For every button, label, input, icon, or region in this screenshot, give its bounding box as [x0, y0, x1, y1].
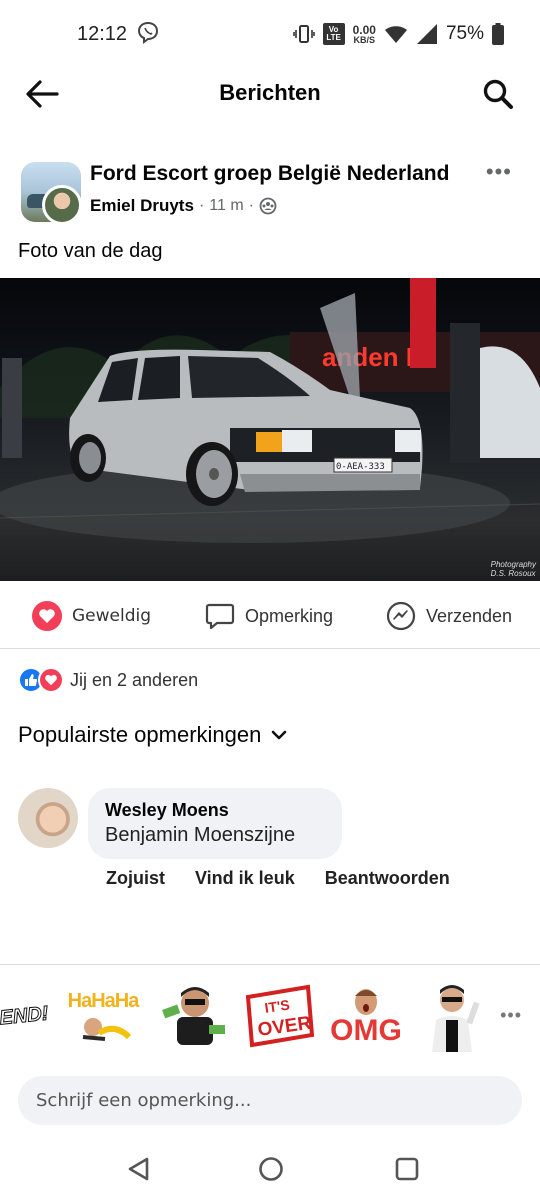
battery-percent: 75% — [445, 23, 484, 44]
divider — [0, 648, 540, 649]
triangle-back-icon — [128, 1157, 149, 1181]
post-time[interactable]: 11 m — [209, 197, 243, 215]
comment-actions: Zojuist Vind ik leuk Beantwoorden — [106, 868, 480, 889]
post-text: Foto van de dag — [18, 240, 163, 262]
sticker-haha-text: HaHaHa — [67, 989, 140, 1012]
money-person-icon — [162, 987, 225, 1045]
comment-composer[interactable] — [18, 1076, 522, 1125]
comment-label: Opmerking — [245, 605, 334, 626]
comment-author[interactable]: Wesley Moens — [105, 800, 325, 821]
author-avatar[interactable] — [42, 185, 82, 225]
reactions-summary[interactable]: Jij en 2 anderen — [18, 666, 198, 694]
vibrate-icon — [292, 25, 315, 43]
comment-like-button[interactable]: Vind ik leuk — [195, 868, 295, 889]
wifi-icon — [384, 26, 407, 43]
signal-icon — [416, 24, 437, 44]
post-author[interactable]: Emiel Druyts — [90, 196, 194, 216]
sticker-omg[interactable]: OMG — [330, 979, 402, 1053]
heart-icon — [32, 601, 62, 631]
status-icons: Vo LTE 0.00 KB/S 75% — [292, 20, 504, 48]
network-speed: 0.00 KB/S — [353, 24, 376, 45]
love-reaction-button[interactable]: Geweldig — [32, 594, 151, 638]
battery-icon — [492, 23, 504, 45]
network-speed-value: 0.00 — [352, 22, 376, 37]
status-time: 12:12 — [77, 23, 128, 45]
meta-separator: · — [248, 197, 254, 214]
lte-badge: Vo LTE — [322, 23, 345, 45]
search-icon — [483, 79, 513, 109]
system-nav-bar — [0, 1140, 540, 1200]
car-photo: anden B 0-AEA-333 — [0, 278, 540, 543]
circle-home-icon — [259, 1157, 283, 1181]
sticker-haha[interactable]: HaHaHa — [67, 979, 140, 1053]
meta-separator: · — [198, 197, 205, 214]
love-reaction-icon — [38, 667, 64, 693]
license-plate: 0-AEA-333 — [336, 462, 385, 472]
network-speed-unit: KB/S — [353, 34, 376, 45]
square-recents-icon — [395, 1157, 419, 1181]
group-name[interactable]: Ford Escort groep België Nederland — [90, 162, 449, 186]
photo-watermark: Photography D.S. Rosoux — [491, 560, 536, 578]
more-options-button[interactable]: ••• — [486, 161, 512, 183]
comment-sort-dropdown[interactable]: Populairste opmerkingen — [18, 722, 287, 748]
sticker-money[interactable] — [158, 979, 230, 1053]
reactions-text: Jij en 2 anderen — [70, 669, 199, 690]
laughing-person-icon — [82, 1017, 131, 1041]
sticker-its-over[interactable]: IT'S OVER — [242, 979, 316, 1053]
comment-input[interactable] — [36, 1090, 504, 1111]
sticker-selfie[interactable] — [424, 979, 484, 1053]
comment-bubble[interactable]: Wesley Moens Benjamin Moenszijne — [88, 788, 342, 859]
surprised-person-icon — [355, 989, 377, 1015]
group-members-icon — [259, 197, 277, 215]
send-button[interactable]: Verzenden — [386, 594, 512, 638]
messenger-icon — [386, 601, 416, 631]
watermark-line-1: Photography — [490, 560, 536, 569]
nav-recents-button[interactable] — [392, 1154, 422, 1184]
sticker-omg-text: OMG — [330, 1014, 402, 1047]
comment-icon — [205, 603, 235, 630]
nav-back-button[interactable] — [123, 1154, 153, 1184]
selfie-person-icon — [432, 985, 480, 1052]
love-label: Geweldig — [72, 606, 152, 626]
post-photo[interactable]: anden B 0-AEA-333 Photography D.S. Rosou… — [0, 278, 540, 581]
comment-reply-button[interactable]: Beantwoorden — [325, 868, 450, 889]
commenter-avatar[interactable] — [18, 788, 78, 848]
post-meta: Emiel Druyts · 11 m · — [90, 196, 277, 216]
page-title: Berichten — [219, 80, 321, 105]
search-button[interactable] — [478, 76, 518, 112]
post-actions: Geweldig Opmerking Verzenden — [0, 594, 540, 638]
comment-text: Benjamin Moenszijne — [105, 824, 296, 846]
status-bar: 12:12 Vo LTE 0.00 KB/S 75% — [0, 0, 540, 70]
nav-home-button[interactable] — [256, 1154, 286, 1184]
send-label: Verzenden — [426, 605, 513, 626]
viber-icon — [137, 21, 159, 44]
sort-label: Populairste opmerkingen — [18, 722, 262, 747]
comment-button[interactable]: Opmerking — [205, 594, 333, 638]
chevron-down-icon — [272, 730, 287, 740]
sticker-tray: END! HaHaHa IT'S OVER OMG ••• — [0, 964, 540, 1064]
watermark-line-2: D.S. Rosoux — [490, 569, 536, 578]
more-stickers-button[interactable]: ••• — [500, 1005, 522, 1026]
top-header: Berichten — [0, 70, 540, 116]
sticker-end[interactable]: END! — [0, 976, 56, 1055]
comment-time: Zojuist — [106, 868, 165, 888]
post-header: Ford Escort groep België Nederland Emiel… — [0, 160, 540, 224]
